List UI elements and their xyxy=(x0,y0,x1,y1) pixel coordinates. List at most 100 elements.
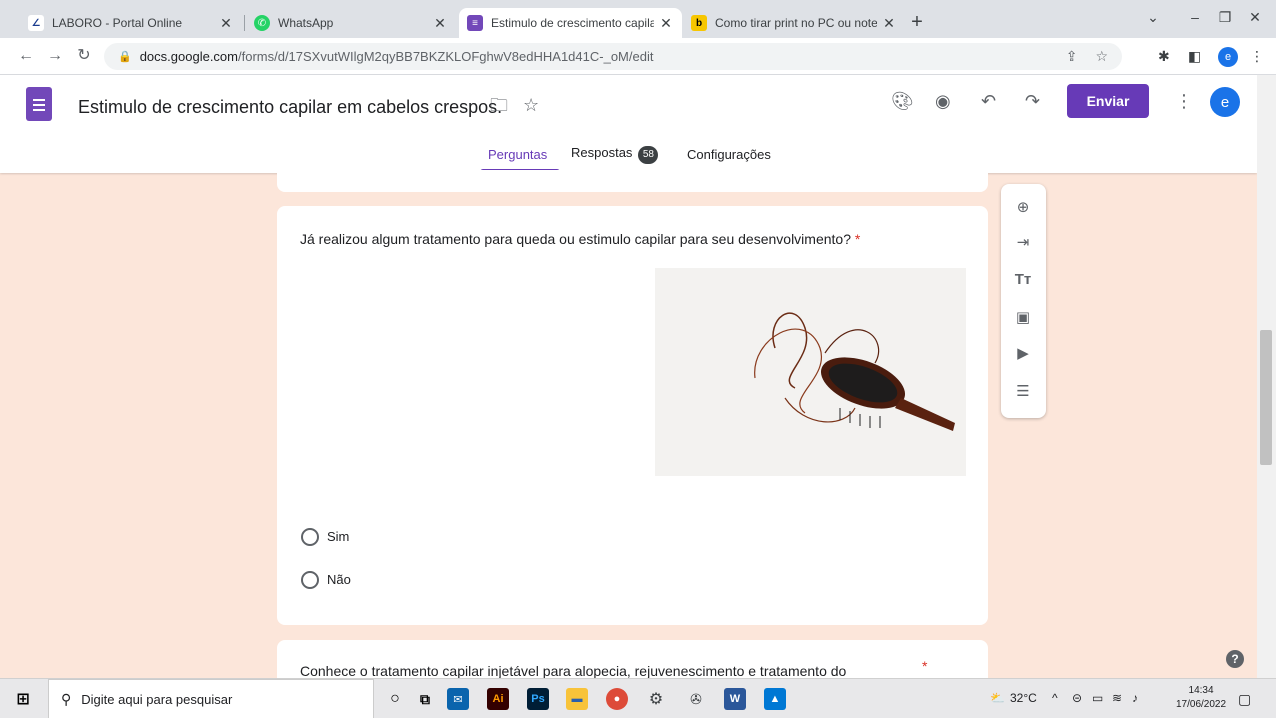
chrome-icon[interactable]: ● xyxy=(606,688,628,710)
new-tab-button[interactable]: + xyxy=(907,12,927,32)
star-icon[interactable]: ☆ xyxy=(523,93,539,117)
tab-respostas[interactable]: Respostas 58 xyxy=(571,145,659,164)
battery-icon[interactable]: ▭ xyxy=(1092,691,1103,705)
reload-icon[interactable]: ↻ xyxy=(74,46,94,66)
close-tab-icon[interactable]: ✕ xyxy=(218,15,234,32)
preview-eye-icon[interactable]: ◉ xyxy=(935,89,951,113)
url-path: /forms/d/17SXvutWIlgM2qyBB7BKZKLOFghwV8e… xyxy=(237,49,654,64)
clock-time: 14:34 xyxy=(1188,685,1214,696)
whatsapp-icon: ✆ xyxy=(254,15,270,31)
tab-search-icon[interactable]: ⌄ xyxy=(1138,6,1168,28)
back-icon[interactable]: ← xyxy=(16,46,36,66)
tab-title: Como tirar print no PC ou notebo xyxy=(715,16,877,30)
redo-icon[interactable]: ↷ xyxy=(1025,89,1040,113)
cortana-icon[interactable]: ○ xyxy=(384,688,406,710)
responses-count-badge: 58 xyxy=(638,146,659,164)
windows-taskbar: ⊞ ⚲ Digite aqui para pesquisar ○ ⧉ ✉ Ai … xyxy=(0,678,1276,718)
tab-separator xyxy=(244,15,245,31)
tab-title: WhatsApp xyxy=(278,16,334,30)
minimize-icon[interactable]: – xyxy=(1180,6,1210,28)
import-questions-icon[interactable]: ⇥ xyxy=(1012,231,1034,253)
browser-tab-whatsapp[interactable]: ✆ WhatsApp ✕ xyxy=(246,8,456,38)
google-forms-logo-icon[interactable] xyxy=(26,87,52,121)
radio-option-nao[interactable] xyxy=(301,571,319,589)
browser-menu-icon[interactable]: ⋮ xyxy=(1250,48,1264,64)
close-tab-icon[interactable]: ✕ xyxy=(432,15,448,32)
required-asterisk: * xyxy=(922,658,928,674)
question-text-label: Já realizou algum tratamento para queda … xyxy=(300,231,851,247)
browser-tab-laboro[interactable]: ∠ LABORO - Portal Online ✕ xyxy=(20,8,242,38)
form-title[interactable]: Estimulo de crescimento capilar em cabel… xyxy=(78,97,502,118)
add-video-icon[interactable]: ▶ xyxy=(1012,342,1034,364)
file-explorer-icon[interactable]: ▬ xyxy=(566,688,588,710)
photos-icon[interactable]: ▲ xyxy=(764,688,786,710)
photoshop-icon[interactable]: Ps xyxy=(527,688,549,710)
tab-perguntas[interactable]: Perguntas xyxy=(488,147,547,162)
weather-temp[interactable]: 32°C xyxy=(1010,691,1037,705)
browser-tab-print[interactable]: b Como tirar print no PC ou notebo ✕ xyxy=(683,8,905,38)
task-view-icon[interactable]: ⧉ xyxy=(414,688,436,710)
wifi-icon[interactable]: ≋ xyxy=(1112,691,1122,705)
tab-title: Estimulo de crescimento capilar xyxy=(491,16,654,30)
weather-icon[interactable]: ⛅ xyxy=(990,691,1005,705)
volume-icon[interactable]: ♪ xyxy=(1132,691,1138,705)
required-asterisk: * xyxy=(854,231,861,247)
profile-avatar[interactable]: e xyxy=(1218,47,1238,67)
close-tab-icon[interactable]: ✕ xyxy=(881,15,897,32)
word-icon[interactable]: W xyxy=(724,688,746,710)
add-title-icon[interactable]: Tт xyxy=(1012,268,1034,290)
url-host: docs.google.com xyxy=(139,49,238,64)
forms-header: Estimulo de crescimento capilar em cabel… xyxy=(0,75,1257,173)
app-icon[interactable]: ✇ xyxy=(685,688,707,710)
network-icon[interactable]: ⊝ xyxy=(1072,691,1082,705)
question-side-toolbar: ⊕ ⇥ Tт ▣ ▶ ☰ xyxy=(1001,184,1046,418)
illustrator-icon[interactable]: Ai xyxy=(487,688,509,710)
search-placeholder: Digite aqui para pesquisar xyxy=(81,691,233,707)
more-options-icon[interactable]: ⋮ xyxy=(1175,89,1193,113)
question-text[interactable]: Conhece o tratamento capilar injetável p… xyxy=(300,663,846,679)
forward-icon[interactable]: → xyxy=(45,46,65,66)
option-label: Sim xyxy=(327,529,350,544)
share-icon[interactable]: ⇪ xyxy=(1066,48,1078,65)
user-avatar[interactable]: e xyxy=(1210,87,1240,117)
windows-start-icon[interactable]: ⊞ xyxy=(12,688,34,710)
close-tab-icon[interactable]: ✕ xyxy=(658,15,674,32)
undo-icon[interactable]: ↶ xyxy=(981,89,996,113)
settings-gear-icon[interactable]: ⚙ xyxy=(645,688,667,710)
question-text[interactable]: Já realizou algum tratamento para queda … xyxy=(300,231,860,247)
add-question-icon[interactable]: ⊕ xyxy=(1012,196,1034,218)
lock-icon: 🔒 xyxy=(118,51,132,63)
notifications-icon[interactable]: ▢ xyxy=(1238,691,1251,708)
restore-icon[interactable]: ❐ xyxy=(1210,6,1240,28)
browser-tab-forms[interactable]: ≡ Estimulo de crescimento capilar ✕ xyxy=(459,8,682,38)
form-tabs: Perguntas Respostas 58 Configurações xyxy=(0,137,1257,173)
clock-date: 17/06/2022 xyxy=(1176,699,1227,710)
hairbrush-with-hair-image[interactable] xyxy=(655,268,966,476)
side-panel-icon[interactable]: ◧ xyxy=(1188,48,1201,64)
scrollbar-thumb[interactable] xyxy=(1260,330,1272,465)
search-icon: ⚲ xyxy=(61,690,72,707)
google-forms-icon: ≡ xyxy=(467,15,483,31)
taskbar-clock[interactable]: 14:34 17/06/2022 xyxy=(1176,684,1226,712)
tray-expand-icon[interactable]: ^ xyxy=(1052,691,1058,705)
folder-icon[interactable]: 🗀 xyxy=(490,93,508,117)
address-bar[interactable]: 🔒 docs.google.com/forms/d/17SXvutWIlgM2q… xyxy=(104,43,1122,70)
bookmark-star-icon[interactable]: ☆ xyxy=(1095,48,1108,65)
b-icon: b xyxy=(691,15,707,31)
help-icon[interactable]: ? xyxy=(1226,650,1244,668)
add-image-icon[interactable]: ▣ xyxy=(1012,306,1034,328)
previous-question-card[interactable] xyxy=(277,170,988,192)
radio-option-sim[interactable] xyxy=(301,528,319,546)
question-text-label: Conhece o tratamento capilar injetável p… xyxy=(300,663,847,679)
window-close-icon[interactable]: ✕ xyxy=(1240,6,1270,28)
send-button[interactable]: Enviar xyxy=(1067,84,1149,118)
taskbar-search-box[interactable]: ⚲ Digite aqui para pesquisar xyxy=(48,679,374,718)
tab-respostas-label: Respostas xyxy=(571,145,633,160)
extensions-icon[interactable]: ✱ xyxy=(1158,48,1170,64)
tab-configuracoes[interactable]: Configurações xyxy=(687,147,771,162)
add-section-icon[interactable]: ☰ xyxy=(1012,380,1034,402)
browser-toolbar: ← → ↻ 🔒 docs.google.com/forms/d/17SXvutW… xyxy=(0,38,1276,75)
palette-icon[interactable]: 🎨︎ xyxy=(891,89,914,113)
mail-icon[interactable]: ✉ xyxy=(447,688,469,710)
tab-title: LABORO - Portal Online xyxy=(52,16,183,30)
